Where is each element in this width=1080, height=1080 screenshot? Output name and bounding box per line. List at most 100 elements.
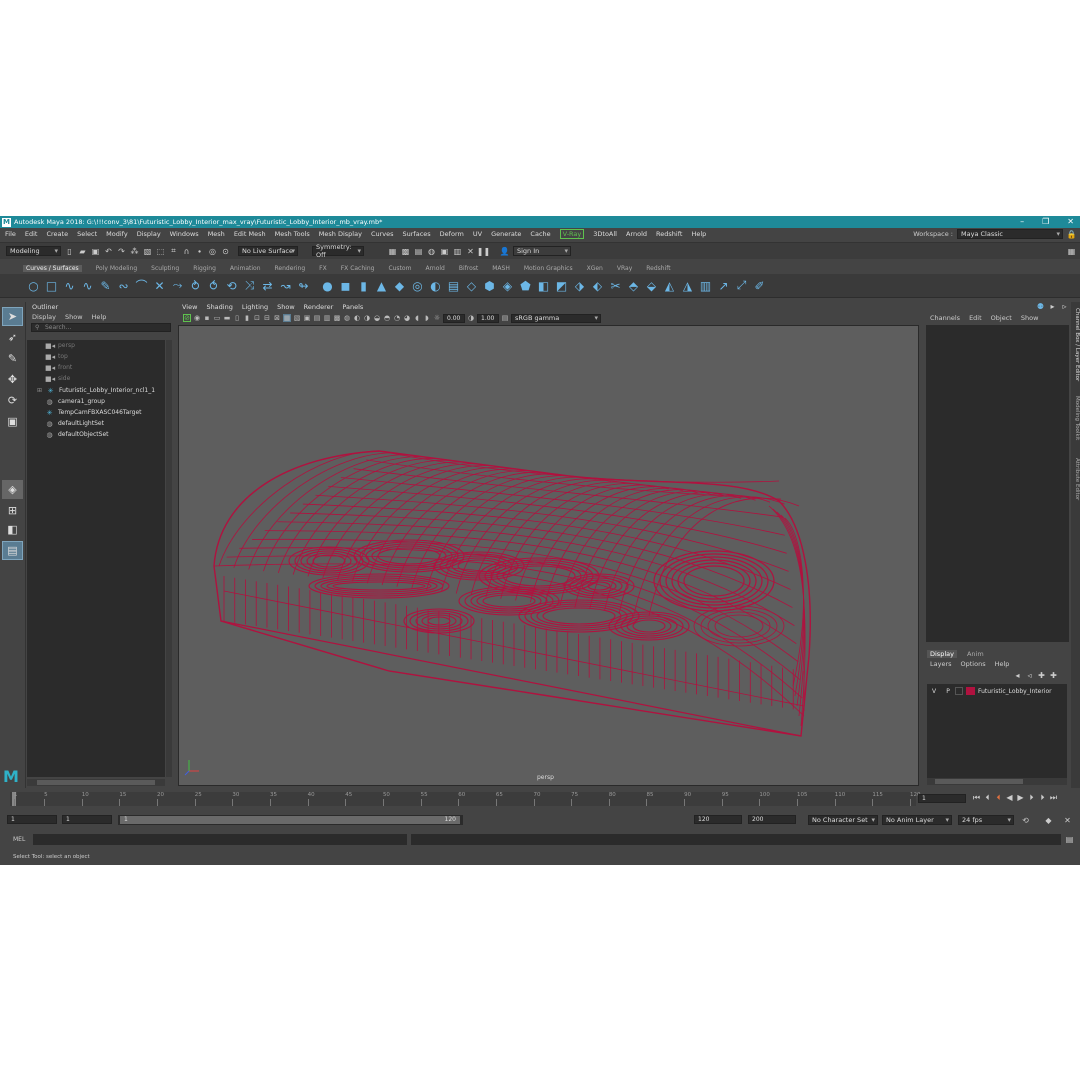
grid-icon[interactable]: ▦ <box>283 314 291 322</box>
nurbs-sphere-icon[interactable]: ● <box>320 278 335 293</box>
shelf-tab-redshift[interactable]: Redshift <box>646 265 670 272</box>
select-tool-icon[interactable]: ➤ <box>2 307 23 326</box>
channels-menu-show[interactable]: Show <box>1021 314 1039 322</box>
loft-icon[interactable]: ▤ <box>446 278 461 293</box>
nurbs-cone-icon[interactable]: ▲ <box>374 278 389 293</box>
isolate-select-icon[interactable]: ◔ <box>393 314 401 322</box>
auto-key-icon[interactable]: ◆ <box>1044 816 1053 825</box>
screen-space-ao-icon[interactable]: ◐ <box>353 314 361 322</box>
shelf-tab-fx[interactable]: FX <box>319 265 327 272</box>
script-editor-icon[interactable]: ▤ <box>1065 835 1074 844</box>
channels-menu-channels[interactable]: Channels <box>930 314 960 322</box>
attach-surfaces-icon[interactable]: ⬙ <box>644 278 659 293</box>
current-frame-field[interactable]: 1 <box>918 794 966 803</box>
viewport-menu-shading[interactable]: Shading <box>206 303 232 311</box>
go-to-start-icon[interactable]: ⏮ <box>972 793 981 802</box>
use-all-lights-icon[interactable]: ▩ <box>333 314 341 322</box>
snap-point-icon[interactable]: ∙ <box>195 247 204 256</box>
viewport-menu-show[interactable]: Show <box>277 303 295 311</box>
shelf-tab-curves-surfaces[interactable]: Curves / Surfaces <box>23 265 82 272</box>
birail-icon[interactable]: ◈ <box>500 278 515 293</box>
resolution-gate-icon[interactable]: ▯ <box>233 314 241 322</box>
attribute-editor-icon[interactable]: ⚉ <box>1036 302 1045 311</box>
move-tool-icon[interactable]: ✥ <box>2 370 23 389</box>
outliner-item[interactable]: ◍ camera1_group <box>45 396 104 407</box>
intersect-surfaces-icon[interactable]: ⬖ <box>590 278 605 293</box>
layer-playback-toggle[interactable]: P <box>941 688 955 695</box>
shelf-tab-xgen[interactable]: XGen <box>587 265 603 272</box>
snap-curve-icon[interactable]: ∩ <box>182 247 191 256</box>
channel-box-icon[interactable]: ▹ <box>1060 302 1069 311</box>
menu-select[interactable]: Select <box>77 230 97 238</box>
layer-menu-help[interactable]: Help <box>995 660 1010 668</box>
curve-intersect-icon[interactable]: ✕ <box>152 278 167 293</box>
attach-curves-icon[interactable]: ⥁ <box>188 278 203 293</box>
shelf-tab-mash[interactable]: MASH <box>492 265 510 272</box>
menu-vray[interactable]: V-Ray <box>559 229 585 239</box>
nurbs-plane-icon[interactable]: ◆ <box>392 278 407 293</box>
shelf-tab-rigging[interactable]: Rigging <box>193 265 216 272</box>
smooth-shade-icon[interactable]: ▣ <box>303 314 311 322</box>
xray-icon[interactable]: ◕ <box>403 314 411 322</box>
outliner-item[interactable]: ◍ defaultLightSet <box>45 418 104 429</box>
gamma-field[interactable]: 1.00 <box>477 313 499 323</box>
extend-curve-icon[interactable]: ↝ <box>278 278 293 293</box>
playback-end-field[interactable]: 120 <box>694 815 742 824</box>
shelf-tab-custom[interactable]: Custom <box>388 265 411 272</box>
ep-curve-icon[interactable]: ∿ <box>80 278 95 293</box>
animation-preferences-icon[interactable]: ✕ <box>1063 816 1072 825</box>
outliner-item[interactable]: ■◂ front <box>45 362 72 373</box>
depth-of-field-icon[interactable]: ◓ <box>383 314 391 322</box>
two-view-layout-icon[interactable]: ◧ <box>2 520 23 539</box>
menu-mesh-display[interactable]: Mesh Display <box>319 230 362 238</box>
move-layer-up-icon[interactable]: ◂ <box>1013 671 1022 680</box>
shadows-icon[interactable]: ◍ <box>343 314 351 322</box>
cv-curve-icon[interactable]: ∿ <box>62 278 77 293</box>
menu-arnold[interactable]: Arnold <box>626 230 647 238</box>
menu-help[interactable]: Help <box>691 230 706 238</box>
outliner-search-input[interactable]: ⚲ Search... <box>31 323 171 332</box>
extrude-icon[interactable]: ⬢ <box>482 278 497 293</box>
outliner-vertical-scrollbar[interactable] <box>166 340 172 777</box>
time-slider[interactable]: 1 5 10 15 20 25 30 35 40 45 50 55 60 65 70 75 80 85 90 95 10… <box>0 790 1080 808</box>
wireframe-icon[interactable]: ▧ <box>293 314 301 322</box>
four-view-layout-icon[interactable]: ⊞ <box>2 501 23 520</box>
arc-curve-icon[interactable]: ⌒ <box>134 278 149 293</box>
symmetry-dropdown[interactable]: Symmetry: Off <box>312 243 364 259</box>
square-surface-icon[interactable]: ◧ <box>536 278 551 293</box>
side-tab-channel-box[interactable]: Channel Box / Layer Editor <box>1071 308 1080 381</box>
shelf-tab-motion-graphics[interactable]: Motion Graphics <box>524 265 573 272</box>
layer-menu-layers[interactable]: Layers <box>930 660 952 668</box>
menu-cache[interactable]: Cache <box>530 230 550 238</box>
character-set-dropdown[interactable]: No Character Set <box>808 815 878 825</box>
select-component-icon[interactable]: ⬚ <box>156 247 165 256</box>
bookmarks-icon[interactable]: ▪ <box>203 314 211 322</box>
shelf-tab-arnold[interactable]: Arnold <box>425 265 444 272</box>
layer-tab-display[interactable]: Display <box>927 650 957 658</box>
new-scene-icon[interactable]: ▯ <box>65 247 74 256</box>
detach-curves-icon[interactable]: ⥀ <box>206 278 221 293</box>
menu-modify[interactable]: Modify <box>106 230 128 238</box>
safe-title-icon[interactable]: ⊠ <box>273 314 281 322</box>
layer-menu-options[interactable]: Options <box>961 660 986 668</box>
side-tab-attribute-editor[interactable]: Attribute Editor <box>1071 458 1080 500</box>
pause-icon[interactable]: ❚❚ <box>477 247 490 256</box>
ipr-render-icon[interactable]: ▩ <box>401 247 410 256</box>
range-slider[interactable]: 1 120 <box>118 815 463 825</box>
viewport-menu-lighting[interactable]: Lighting <box>242 303 268 311</box>
color-management-icon[interactable]: ▤ <box>501 314 509 322</box>
viewport-menu-renderer[interactable]: Renderer <box>304 303 334 311</box>
rebuild-surface-icon[interactable]: ⤢ <box>734 278 749 293</box>
display-layer-row[interactable]: V P Futuristic_Lobby_Interior <box>927 686 1067 696</box>
anti-aliasing-icon[interactable]: ◒ <box>373 314 381 322</box>
wireframe-on-shaded-icon[interactable]: ▤ <box>313 314 321 322</box>
menu-3dtoall[interactable]: 3DtoAll <box>593 230 617 238</box>
outliner-menu-help[interactable]: Help <box>92 313 107 321</box>
step-forward-key-icon[interactable]: ⏵ <box>1038 793 1047 802</box>
exposure-field[interactable]: 0.00 <box>443 313 465 323</box>
animation-start-field[interactable]: 1 <box>7 815 57 824</box>
outliner-horizontal-scrollbar[interactable] <box>27 779 165 786</box>
gamma-icon[interactable]: ◑ <box>467 314 475 322</box>
boundary-icon[interactable]: ⬟ <box>518 278 533 293</box>
vray-ipr-icon[interactable]: ✕ <box>466 247 475 256</box>
